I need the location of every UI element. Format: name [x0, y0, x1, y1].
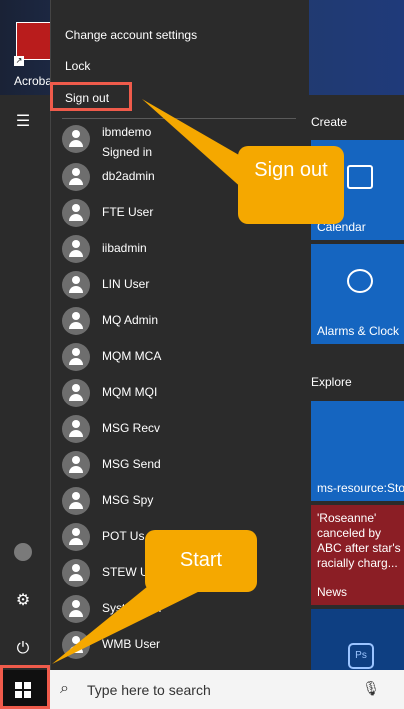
callout-arrows: [52, 99, 258, 664]
sign-out-callout: Sign out: [238, 146, 344, 224]
start-callout: Start: [145, 530, 257, 592]
